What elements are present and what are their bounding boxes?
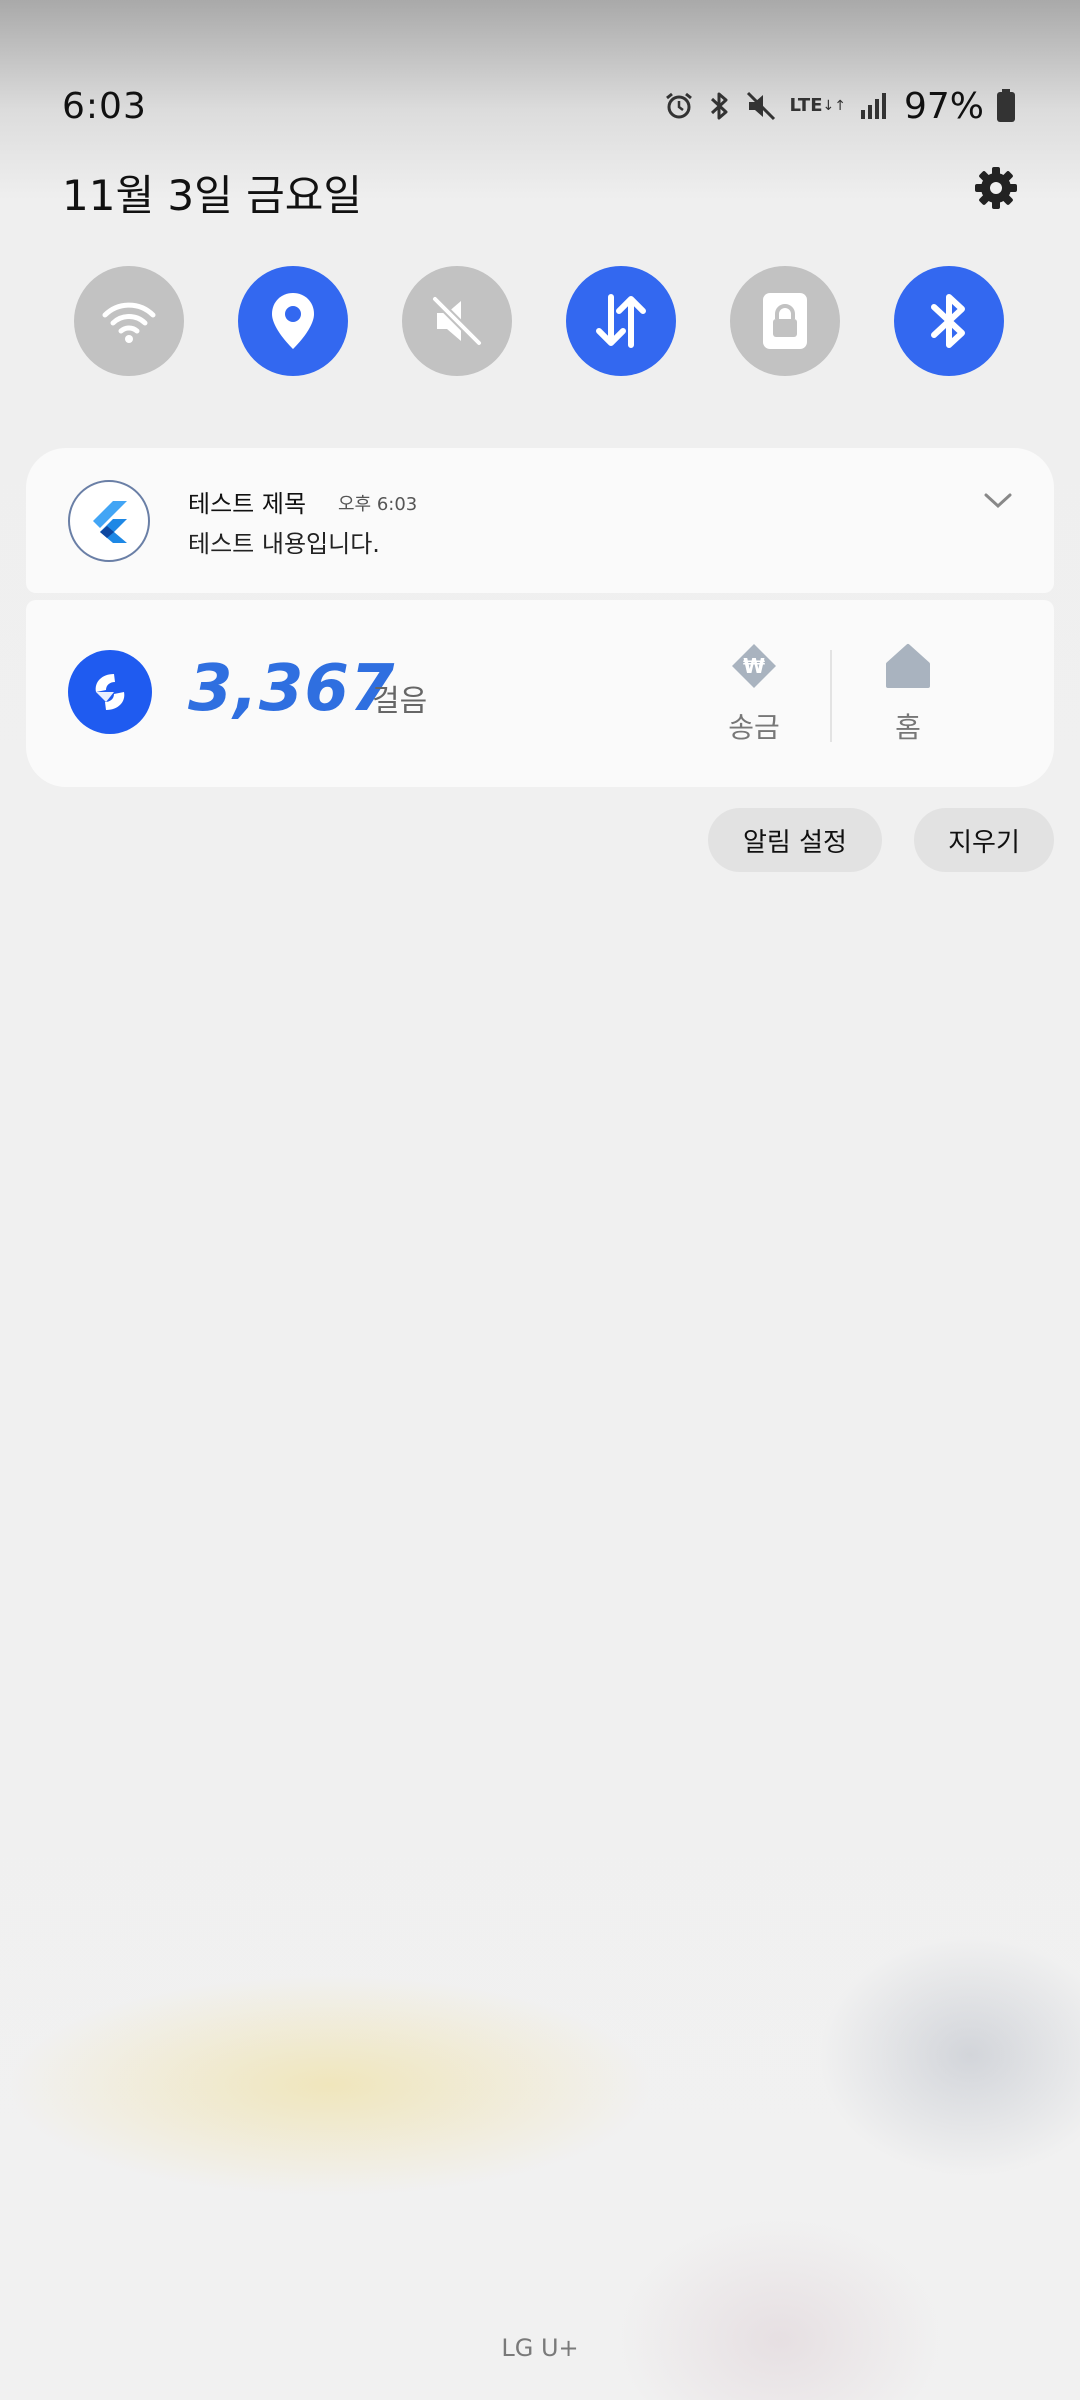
lte-data-icon: LTE ↓↑ bbox=[789, 95, 846, 116]
mute-icon bbox=[745, 90, 777, 122]
battery-percent: 97% bbox=[903, 85, 984, 127]
notification-card[interactable]: 테스트 제목 오후 6:03 테스트 내용입니다. bbox=[26, 448, 1054, 593]
date-label: 11월 3일 금요일 bbox=[62, 171, 363, 220]
status-clock: 6:03 bbox=[62, 86, 147, 127]
sound-toggle[interactable] bbox=[402, 266, 512, 376]
sound-mute-icon bbox=[432, 296, 482, 346]
signal-icon bbox=[858, 90, 890, 122]
clear-button[interactable]: 지우기 bbox=[914, 808, 1054, 872]
battery-icon bbox=[996, 89, 1016, 123]
chevron-down-icon[interactable] bbox=[978, 486, 1018, 516]
bluetooth-icon bbox=[931, 294, 965, 348]
status-icons: LTE ↓↑ 97% bbox=[663, 84, 1016, 128]
won-transfer-icon: ₩ bbox=[732, 644, 776, 688]
flutter-logo-icon bbox=[68, 480, 150, 562]
location-icon bbox=[272, 293, 314, 349]
carrier-label: LG U+ bbox=[501, 2334, 579, 2362]
quick-settings-row bbox=[74, 266, 1004, 376]
transfer-button[interactable]: ₩ 송금 bbox=[704, 640, 804, 746]
notification-body: 테스트 내용입니다. bbox=[188, 530, 380, 558]
wifi-icon bbox=[102, 302, 156, 343]
steps-widget-card[interactable]: 3,367 걸음 ₩ 송금 홈 bbox=[26, 600, 1054, 787]
lock-icon bbox=[763, 293, 807, 349]
alarm-icon bbox=[663, 90, 695, 122]
location-toggle[interactable] bbox=[238, 266, 348, 376]
step-unit: 걸음 bbox=[372, 684, 428, 719]
bluetooth-icon bbox=[707, 90, 733, 122]
step-count: 3,367 bbox=[188, 652, 396, 726]
lock-toggle[interactable] bbox=[730, 266, 840, 376]
bluetooth-toggle[interactable] bbox=[894, 266, 1004, 376]
mobile-data-toggle[interactable] bbox=[566, 266, 676, 376]
home-button[interactable]: 홈 bbox=[858, 640, 958, 746]
wifi-toggle[interactable] bbox=[74, 266, 184, 376]
svg-text:₩: ₩ bbox=[743, 654, 765, 678]
notification-settings-button[interactable]: 알림 설정 bbox=[708, 808, 882, 872]
toss-logo-icon bbox=[68, 650, 152, 734]
home-label: 홈 bbox=[895, 711, 921, 744]
transfer-label: 송금 bbox=[728, 711, 780, 744]
divider bbox=[830, 650, 832, 742]
notification-title: 테스트 제목 bbox=[188, 490, 307, 518]
gear-icon[interactable] bbox=[968, 160, 1024, 216]
home-icon bbox=[886, 644, 930, 688]
mobile-data-icon bbox=[596, 294, 646, 348]
notification-time: 오후 6:03 bbox=[338, 494, 418, 515]
status-bar: 6:03 LTE ↓↑ 97% bbox=[0, 70, 1080, 140]
